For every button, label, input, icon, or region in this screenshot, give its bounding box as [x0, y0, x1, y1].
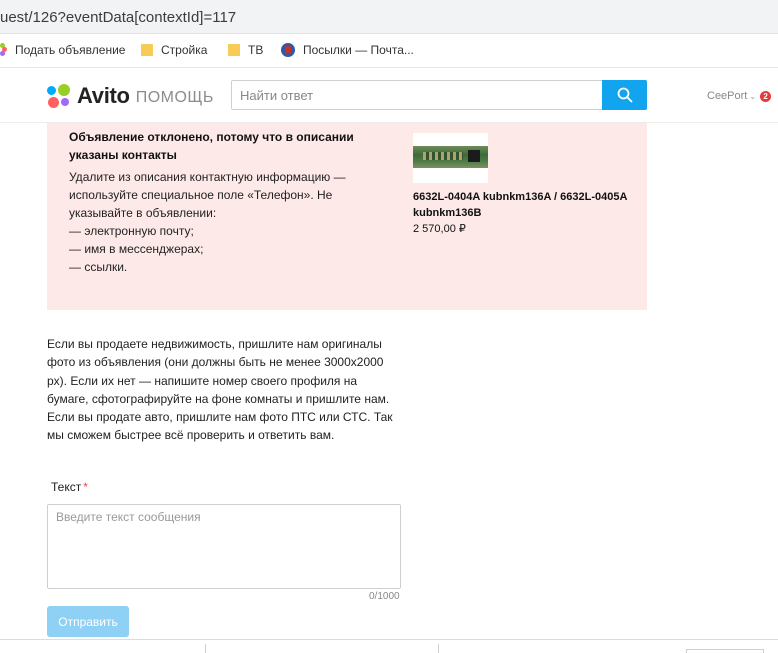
browser-address-bar: uest/126?eventData[contextId]=117	[0, 0, 778, 34]
notice-line: указывайте в объявлении:	[69, 206, 217, 220]
notice-line: — имя в мессенджерах;	[69, 242, 204, 256]
user-menu[interactable]: CeePort ⌄ 2	[707, 90, 772, 102]
bookmark-label: ТВ	[248, 43, 264, 57]
divider	[205, 644, 206, 653]
divider	[438, 644, 439, 653]
avito-logo[interactable]: Avito ПОМОЩЬ	[47, 83, 214, 109]
bookmark-stroyka[interactable]: Стройка	[141, 43, 207, 57]
logo-text: Avito	[77, 83, 130, 108]
notice-line: Удалите из описания контактную информаци…	[69, 170, 346, 184]
char-counter: 0/1000	[369, 591, 400, 602]
avito-dots-icon	[0, 43, 7, 57]
info-line: Если вы продаете недвижимость, пришлите …	[47, 337, 382, 351]
product-image[interactable]	[413, 133, 488, 183]
page-bottom-strip	[0, 639, 778, 653]
info-line: бумаге, сфотографируйте на фоне комнаты …	[47, 391, 390, 406]
notice-line: — ссылки.	[69, 260, 128, 274]
notice-title: Объявление отклонено, потому что в описа…	[69, 130, 354, 162]
info-line: Если вы продате авто, пришлите нам фото …	[47, 410, 393, 425]
info-paragraph: Если вы продаете недвижимость, пришлите …	[47, 335, 407, 445]
text-label: Текст	[51, 480, 82, 494]
info-line: мы сможем быстрее всё проверить и ответи…	[47, 428, 335, 443]
text-field-label: Текст *	[51, 480, 88, 494]
folder-icon	[228, 44, 240, 56]
notice-line: — электронную почту;	[69, 224, 194, 238]
product-price: 2 570,00 ₽	[413, 223, 466, 235]
bookmark-label: Стройка	[161, 43, 208, 57]
chevron-down-icon: ⌄	[749, 91, 757, 101]
bookmarks-bar: Подать объявление Стройка ТВ Посылки — П…	[0, 34, 778, 68]
folder-icon	[141, 44, 153, 56]
notice-line: используйте специальное поле «Телефон». …	[69, 188, 333, 202]
address-url[interactable]: uest/126?eventData[contextId]=117	[0, 9, 236, 26]
product-title[interactable]: 6632L-0404A kubnkm136A / 6632L-0405A kub…	[413, 189, 643, 221]
search-input[interactable]	[232, 81, 602, 109]
required-mark: *	[83, 480, 88, 494]
rejection-notice: Объявление отклонено, потому что в описа…	[47, 123, 647, 310]
avito-logo-icon	[47, 84, 71, 108]
bookmark-russian-post[interactable]: Посылки — Почта...	[281, 43, 414, 57]
russian-post-icon	[281, 43, 295, 57]
notification-badge: 2	[760, 90, 772, 102]
search-icon	[617, 87, 632, 103]
info-line: px). Если их нет — напишите номер своего…	[47, 373, 358, 388]
logo-help-text: ПОМОЩЬ	[135, 89, 214, 106]
info-line: фото из объявления (они должны быть не м…	[47, 355, 384, 370]
bookmark-label: Подать объявление	[15, 43, 126, 57]
search-button[interactable]	[602, 80, 647, 110]
user-name: CeePort	[707, 90, 748, 102]
bookmark-post-ad[interactable]: Подать объявление	[0, 43, 125, 57]
help-search	[231, 80, 647, 110]
submit-button[interactable]: Отправить	[47, 606, 129, 637]
site-header: Avito ПОМОЩЬ CeePort ⌄ 2	[0, 69, 778, 123]
message-textarea[interactable]	[47, 504, 401, 589]
notice-text: Удалите из описания контактную информаци…	[69, 168, 369, 276]
bookmark-label: Посылки — Почта...	[303, 43, 414, 57]
bookmark-tv[interactable]: ТВ	[228, 43, 263, 57]
pcb-board-image	[413, 146, 488, 168]
footer-box	[686, 649, 764, 653]
